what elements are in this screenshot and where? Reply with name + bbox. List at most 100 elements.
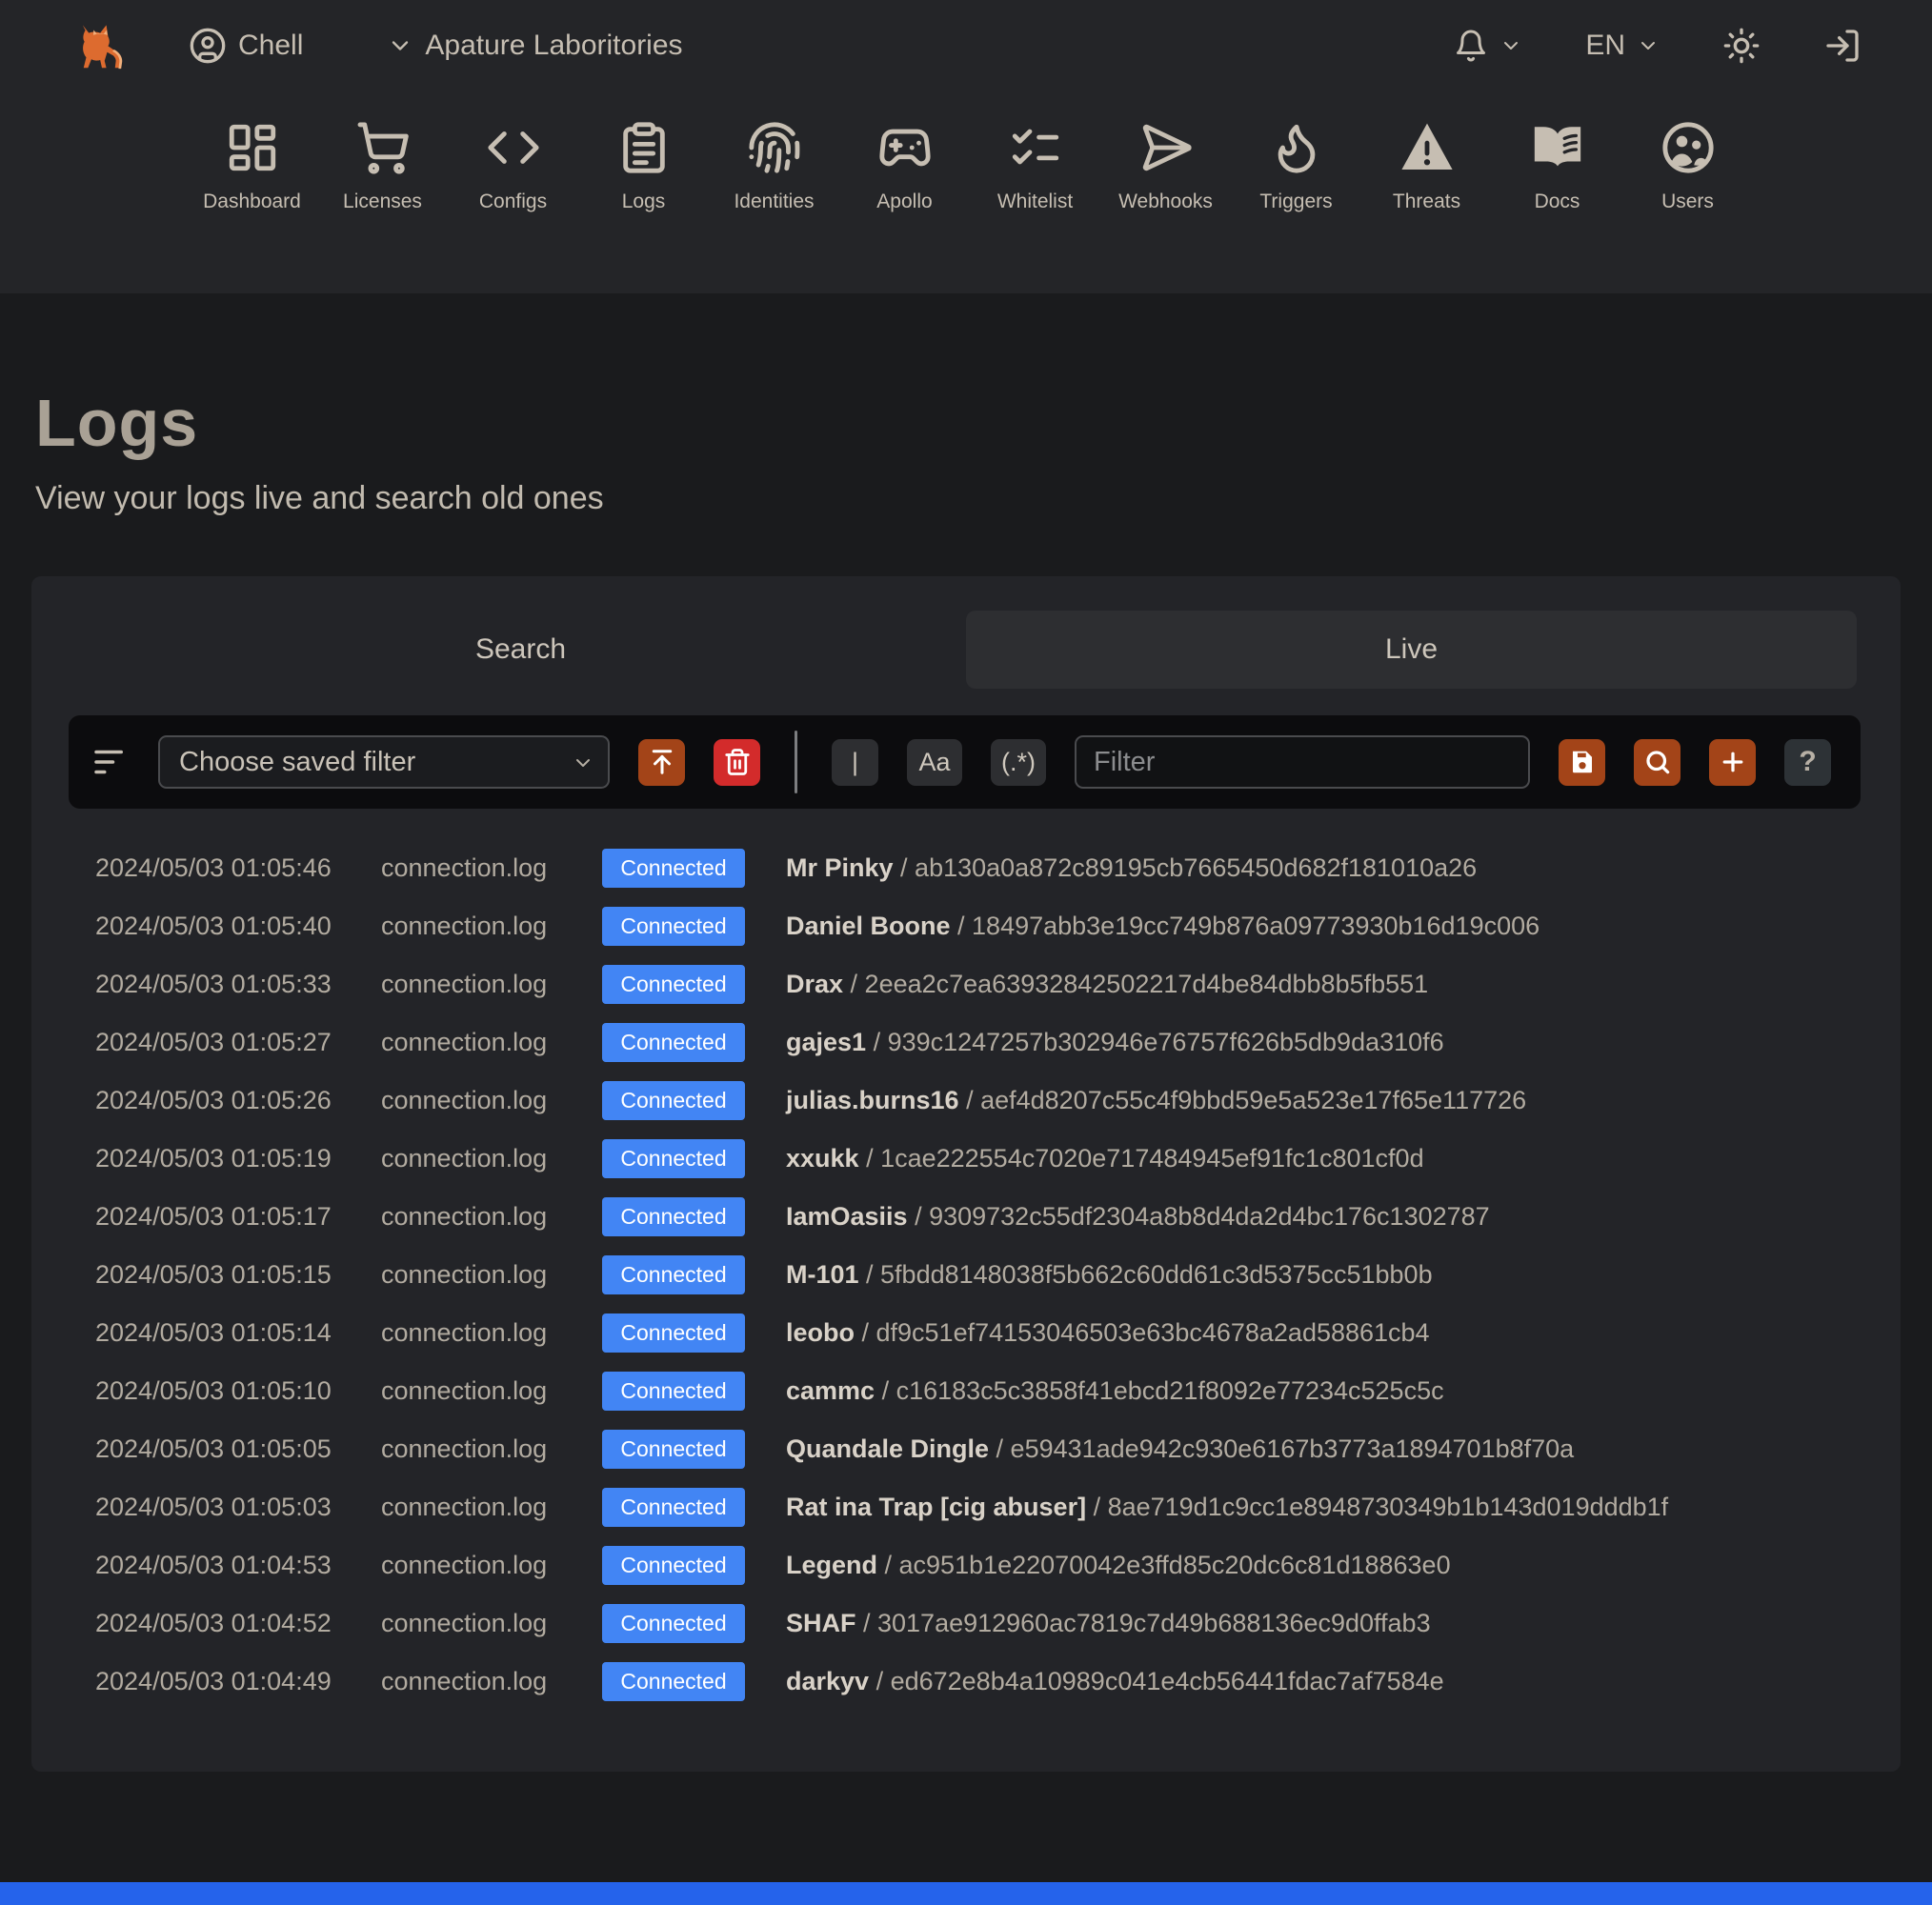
log-row: 2024/05/03 01:05:05 connection.log Conne… (31, 1420, 1901, 1478)
main-nav: Dashboard Licenses Configs Logs Identiti… (0, 91, 1932, 213)
nav-item-configs[interactable]: Configs (448, 120, 578, 213)
app-header: Chell Apature Laboritories EN Dashboard … (0, 0, 1932, 293)
toggle-regex[interactable]: (.*) (991, 738, 1046, 786)
log-user-name: leobo (786, 1318, 855, 1347)
log-timestamp: 2024/05/03 01:04:49 (95, 1667, 332, 1695)
log-row: 2024/05/03 01:05:40 connection.log Conne… (31, 897, 1901, 955)
status-badge: Connected (602, 1546, 745, 1585)
status-badge: Connected (602, 965, 745, 1004)
log-row: 2024/05/03 01:05:33 connection.log Conne… (31, 955, 1901, 1013)
nav-item-label: Webhooks (1118, 190, 1213, 212)
log-hash: / 8ae719d1c9cc1e8948730349b1b143d019dddb… (1086, 1493, 1669, 1521)
nav-item-apollo[interactable]: Apollo (839, 120, 970, 213)
log-hash: / df9c51ef74153046503e63bc4678a2ad58861c… (855, 1318, 1430, 1347)
user-name: Chell (238, 30, 304, 61)
nav-item-identities[interactable]: Identities (709, 120, 839, 213)
log-file: connection.log (381, 1202, 548, 1231)
status-badge: Connected (602, 1372, 745, 1411)
upload-icon (648, 748, 676, 776)
log-timestamp: 2024/05/03 01:05:26 (95, 1086, 332, 1114)
log-timestamp: 2024/05/03 01:04:53 (95, 1551, 332, 1579)
fox-logo (82, 25, 123, 70)
chevron-down-icon (387, 32, 413, 59)
filter-input[interactable] (1075, 735, 1530, 789)
sort-lines-icon[interactable] (90, 742, 130, 782)
help-button[interactable]: ? (1784, 738, 1831, 786)
log-row: 2024/05/03 01:05:27 connection.log Conne… (31, 1013, 1901, 1072)
log-timestamp: 2024/05/03 01:05:17 (95, 1202, 332, 1231)
log-timestamp: 2024/05/03 01:05:40 (95, 912, 332, 940)
log-hash: / 3017ae912960ac7819c7d49b688136ec9d0ffa… (855, 1609, 1431, 1637)
log-row: 2024/05/03 01:05:19 connection.log Conne… (31, 1130, 1901, 1188)
toggle-whole-word[interactable]: | (832, 738, 878, 786)
toggle-case-sensitive[interactable]: Aa (907, 738, 962, 786)
logout-button[interactable] (1823, 27, 1862, 65)
log-user-name: xxukk (786, 1144, 859, 1173)
nav-item-threats[interactable]: Threats (1361, 120, 1492, 213)
log-timestamp: 2024/05/03 01:05:33 (95, 970, 332, 998)
nav-item-label: Dashboard (203, 190, 301, 212)
log-file: connection.log (381, 1434, 548, 1463)
book-icon (1530, 120, 1585, 175)
log-timestamp: 2024/05/03 01:05:05 (95, 1434, 332, 1463)
log-user-name: cammc (786, 1376, 875, 1405)
status-badge: Connected (602, 1313, 745, 1353)
clipboard-icon (616, 120, 672, 175)
log-hash: / ed672e8b4a10989c041e4cb56441fdac7af758… (869, 1667, 1444, 1695)
saved-filter-select[interactable]: Choose saved filter (158, 735, 610, 789)
page-title: Logs (35, 386, 199, 460)
log-user-name: gajes1 (786, 1028, 867, 1056)
theme-toggle[interactable] (1722, 27, 1761, 65)
org-selector[interactable]: Apature Laboritories (387, 30, 683, 62)
tab-live[interactable]: Live (966, 611, 1857, 689)
save-filter-button[interactable] (1559, 738, 1605, 786)
status-badge: Connected (602, 1255, 745, 1294)
nav-item-label: Identities (734, 190, 815, 212)
nav-item-docs[interactable]: Docs (1492, 120, 1622, 213)
log-row: 2024/05/03 01:05:17 connection.log Conne… (31, 1188, 1901, 1246)
log-file: connection.log (381, 912, 548, 940)
nav-item-licenses[interactable]: Licenses (317, 120, 448, 213)
log-user-name: SHAF (786, 1609, 856, 1637)
warning-icon (1399, 120, 1455, 175)
log-file: connection.log (381, 853, 548, 882)
log-file: connection.log (381, 970, 548, 998)
status-badge: Connected (602, 1081, 745, 1120)
notifications-button[interactable] (1454, 29, 1522, 63)
nav-item-dashboard[interactable]: Dashboard (187, 120, 317, 213)
log-hash: / 9309732c55df2304a8b8d4da2d4bc176c13027… (907, 1202, 1490, 1231)
language-selector[interactable]: EN (1585, 30, 1660, 62)
nav-item-users[interactable]: Users (1622, 120, 1753, 213)
log-user-name: IamOasiis (786, 1202, 908, 1231)
tab-search[interactable]: Search (75, 611, 966, 689)
log-file: connection.log (381, 1609, 548, 1637)
status-badge: Connected (602, 1197, 745, 1236)
nav-item-triggers[interactable]: Triggers (1231, 120, 1361, 213)
log-user-name: Rat ina Trap [cig abuser] (786, 1493, 1087, 1521)
nav-item-webhooks[interactable]: Webhooks (1100, 120, 1231, 213)
log-file: connection.log (381, 1493, 548, 1521)
nav-item-label: Docs (1534, 190, 1580, 212)
log-user-name: M-101 (786, 1260, 859, 1289)
nav-item-label: Users (1661, 190, 1714, 212)
nav-item-logs[interactable]: Logs (578, 120, 709, 213)
filter-toolbar: Choose saved filter | Aa (.*) Filter ? (69, 715, 1861, 809)
toolbar-divider (795, 731, 797, 793)
add-filter-button[interactable] (1709, 738, 1756, 786)
log-row: 2024/05/03 01:05:10 connection.log Conne… (31, 1362, 1901, 1420)
bottom-accent-bar (0, 1882, 1932, 1905)
checklist-icon (1008, 120, 1063, 175)
nav-item-whitelist[interactable]: Whitelist (970, 120, 1100, 213)
nav-item-label: Licenses (343, 190, 422, 212)
plus-icon (1719, 748, 1747, 776)
log-hash: / c16183c5c3858f41ebcd21f8092e77234c525c… (875, 1376, 1444, 1405)
user-circle-icon (189, 27, 227, 65)
nav-item-label: Whitelist (996, 190, 1074, 212)
delete-filter-button[interactable] (714, 738, 760, 786)
flame-icon (1269, 120, 1324, 175)
status-badge: Connected (602, 1430, 745, 1469)
load-filter-button[interactable] (638, 738, 685, 786)
user-menu[interactable]: Chell (189, 27, 303, 65)
log-file: connection.log (381, 1086, 548, 1114)
search-button[interactable] (1634, 738, 1680, 786)
